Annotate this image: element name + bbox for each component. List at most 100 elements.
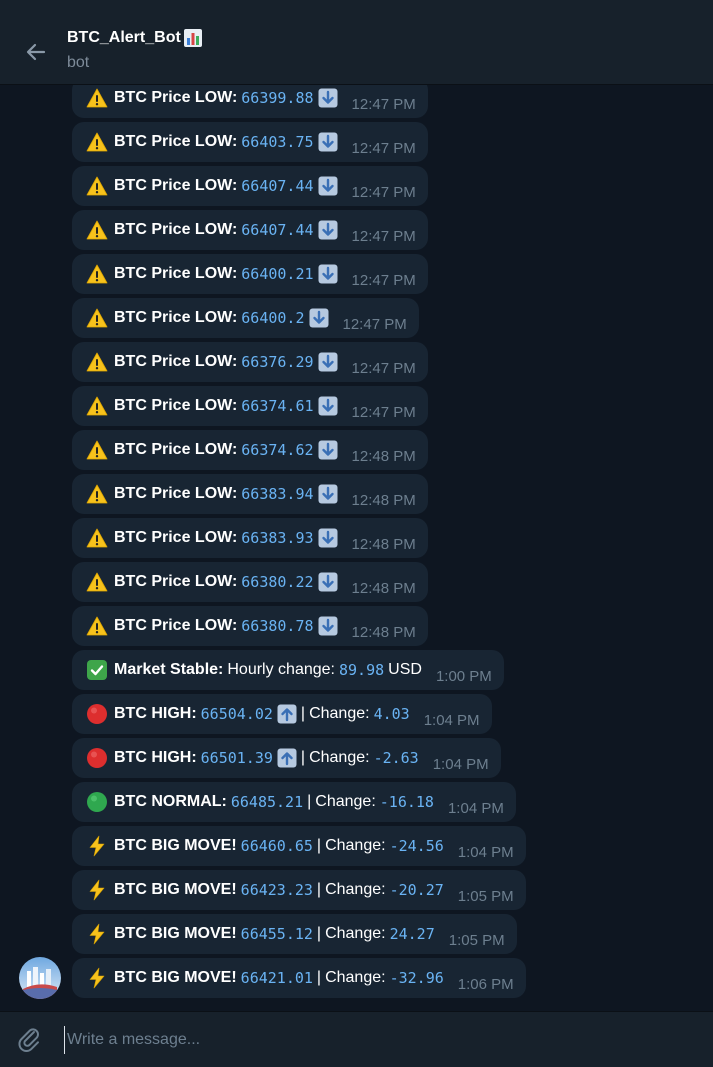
message-time: 12:47 PM [351,139,416,157]
chat-title: BTC_Alert_Bot [67,28,203,48]
red-circle-icon [87,704,107,724]
price-value: 66400.21 [241,265,314,283]
message-row: BTC BIG MOVE! 66455.12 | Change: 24.27 1:05 P… [72,914,692,958]
warning-icon [86,132,108,152]
change-value: 4.03 [373,705,410,723]
up-arrow-icon [277,748,297,768]
message-time: 12:47 PM [351,183,416,201]
message-time: 1:05 PM [457,887,514,905]
down-arrow-icon [318,176,338,196]
message-row: BTC HIGH: 66504.02 | Change: 4.03 1:04 PM [72,694,692,738]
paperclip-icon[interactable] [17,1026,45,1054]
bot-avatar[interactable] [19,957,61,999]
lightning-icon [89,835,105,857]
message-bubble[interactable]: BTC Price LOW: 66374.61 12:47 PM [72,386,428,426]
down-arrow-icon [318,484,338,504]
message-input[interactable] [64,1026,689,1054]
message-list[interactable]: BTC Price LOW: 66399.88 12:47 PM BTC Price … [0,85,713,1010]
price-value: 66374.62 [241,441,314,459]
alert-label: BTC Price LOW: [114,529,238,546]
alert-label: BTC Price LOW: [114,309,238,326]
message-bubble[interactable]: BTC BIG MOVE! 66421.01 | Change: -32.96 1:06 … [72,958,526,998]
alert-label: BTC BIG MOVE! [114,881,237,898]
message-time: 1:04 PM [423,711,480,729]
message-time: 1:04 PM [457,843,514,861]
alert-label: BTC Price LOW: [114,617,238,634]
down-arrow-icon [318,396,338,416]
message-bubble[interactable]: BTC HIGH: 66501.39 | Change: -2.63 1:04 PM [72,738,501,778]
lightning-icon [89,923,105,945]
message-time: 12:47 PM [351,227,416,245]
price-value: 66460.65 [240,837,313,855]
message-bubble[interactable]: BTC Price LOW: 66403.75 12:47 PM [72,122,428,162]
message-time: 12:48 PM [351,447,416,465]
message-bubble[interactable]: BTC HIGH: 66504.02 | Change: 4.03 1:04 PM [72,694,492,734]
alert-label: BTC Price LOW: [114,221,238,238]
message-row: BTC Price LOW: 66400.21 12:47 PM [72,254,692,298]
alert-label: Market Stable: [114,661,224,678]
up-arrow-icon [277,704,297,724]
price-value: 66501.39 [200,749,273,767]
message-time: 1:04 PM [447,799,504,817]
warning-icon [86,616,108,636]
separator: | [316,881,322,898]
separator: | [307,793,312,810]
chat-title-area[interactable]: BTC_Alert_Bot bot [67,28,203,72]
alert-label: BTC BIG MOVE! [114,925,237,942]
message-bubble[interactable]: BTC Price LOW: 66400.21 12:47 PM [72,254,428,294]
message-bubble[interactable]: BTC BIG MOVE! 66455.12 | Change: 24.27 1:05 P… [72,914,517,954]
lightning-icon [89,967,105,989]
message-row: BTC Price LOW: 66407.44 12:47 PM [72,210,692,254]
message-bubble[interactable]: BTC Price LOW: 66407.44 12:47 PM [72,210,428,250]
message-time: 12:47 PM [342,315,407,333]
message-bubble[interactable]: BTC Price LOW: 66400.2 12:47 PM [72,298,419,338]
message-bubble[interactable]: BTC Price LOW: 66399.88 12:47 PM [72,85,428,118]
message-bubble[interactable]: BTC NORMAL: 66485.21 | Change: -16.18 1:04 PM [72,782,516,822]
change-value: -24.56 [389,837,444,855]
change-value: -2.63 [373,749,419,767]
message-time: 12:48 PM [351,491,416,509]
message-bubble[interactable]: BTC BIG MOVE! 66460.65 | Change: -24.56 1:04 … [72,826,526,866]
message-bubble[interactable]: BTC Price LOW: 66380.22 12:48 PM [72,562,428,602]
lightning-icon [89,879,105,901]
price-value: 66455.12 [240,925,313,943]
price-value: 66380.22 [241,573,314,591]
warning-icon [86,484,108,504]
message-row: BTC BIG MOVE! 66423.23 | Change: -20.27 1:05 … [72,870,692,914]
alert-label: BTC Price LOW: [114,573,238,590]
message-bubble[interactable]: BTC Price LOW: 66376.29 12:47 PM [72,342,428,382]
message-row: BTC Price LOW: 66376.29 12:47 PM [72,342,692,386]
change-label: Change: [325,837,386,854]
chat-header: BTC_Alert_Bot bot [0,18,713,85]
message-row: BTC NORMAL: 66485.21 | Change: -16.18 1:04 PM [72,782,692,826]
message-time: 12:47 PM [351,403,416,421]
message-bubble[interactable]: BTC BIG MOVE! 66423.23 | Change: -20.27 1:05 … [72,870,526,910]
change-value: -16.18 [379,793,434,811]
chat-subtitle: bot [67,54,90,71]
warning-icon [86,176,108,196]
message-bubble[interactable]: BTC Price LOW: 66383.94 12:48 PM [72,474,428,514]
alert-label: BTC HIGH: [114,705,197,722]
warning-icon [86,308,108,328]
back-arrow-icon[interactable] [22,38,50,66]
down-arrow-icon [318,352,338,372]
down-arrow-icon [309,308,328,328]
message-time: 1:00 PM [435,667,492,685]
alert-label: BTC Price LOW: [114,265,238,282]
message-bubble[interactable]: BTC Price LOW: 66407.44 12:47 PM [72,166,428,206]
message-row: BTC HIGH: 66501.39 | Change: -2.63 1:04 PM [72,738,692,782]
message-row: BTC Price LOW: 66400.2 12:47 PM [72,298,692,342]
alert-label: BTC BIG MOVE! [114,837,237,854]
message-bubble[interactable]: Market Stable: Hourly change: 89.98 USD 1:00… [72,650,504,690]
window-top-strip [0,0,713,19]
alert-label: BTC Price LOW: [114,485,238,502]
message-bubble[interactable]: BTC Price LOW: 66380.78 12:48 PM [72,606,428,646]
message-bubble[interactable]: BTC Price LOW: 66374.62 12:48 PM [72,430,428,470]
message-bubble[interactable]: BTC Price LOW: 66383.93 12:48 PM [72,518,428,558]
price-value: 66380.78 [241,617,314,635]
message-row: BTC Price LOW: 66383.93 12:48 PM [72,518,692,562]
down-arrow-icon [318,616,338,636]
separator: | [300,749,306,766]
message-time: 12:48 PM [351,535,416,553]
message-time: 12:48 PM [351,579,416,597]
